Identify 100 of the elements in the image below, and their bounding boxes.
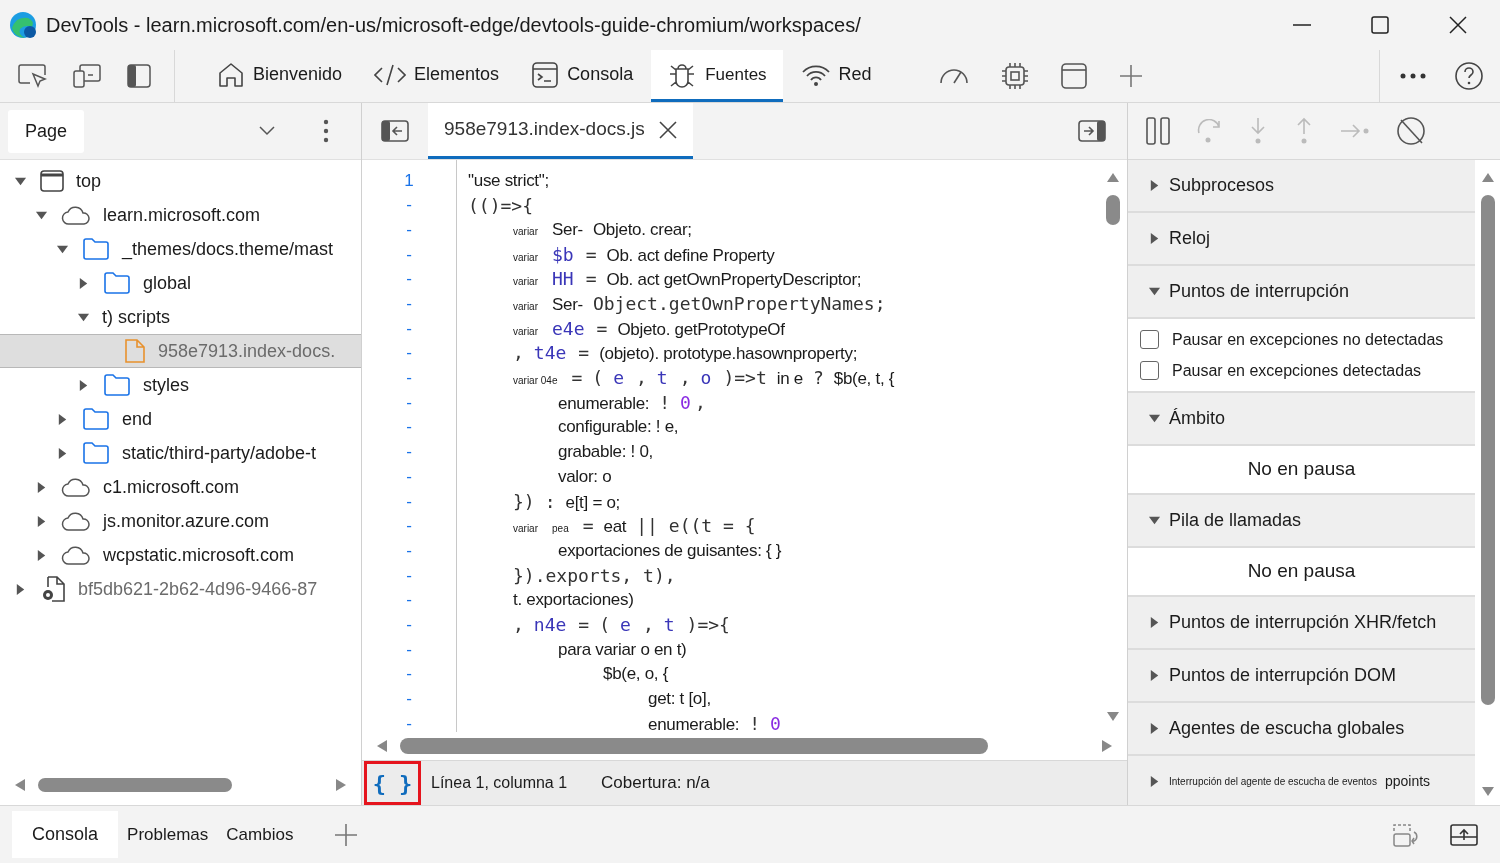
section-title: Pila de llamadas <box>1169 509 1302 532</box>
scroll-right-icon[interactable] <box>335 778 347 792</box>
chip-icon[interactable] <box>999 61 1030 91</box>
pretty-print-button[interactable]: { } <box>364 761 421 805</box>
checkbox[interactable] <box>1140 330 1159 349</box>
file-icon <box>124 338 146 364</box>
scroll-up-icon[interactable] <box>1480 172 1495 183</box>
tree-item-label[interactable]: global <box>143 269 192 297</box>
code-token: = <box>578 341 590 366</box>
drawer-tab[interactable]: Cambios <box>217 811 303 858</box>
tree-item-label[interactable]: bf5db621-2b62-4d96-9466-87 <box>78 575 318 603</box>
tree-item-label[interactable]: js.monitor.azure.com <box>103 507 270 535</box>
scrollbar-thumb[interactable] <box>38 778 232 792</box>
section-header[interactable]: Reloj <box>1128 213 1475 266</box>
drawer-tab[interactable]: Problemas <box>118 811 218 858</box>
section-header[interactable]: Puntos de interrupción DOM <box>1128 650 1475 703</box>
section-header[interactable]: Pila de llamadas <box>1128 495 1475 548</box>
file-tab[interactable]: 958e7913.index-docs.js <box>428 103 693 159</box>
scrollbar-thumb[interactable] <box>400 738 988 754</box>
devtools-tab[interactable]: Elementos <box>360 50 514 102</box>
tree-item-label[interactable]: t) scripts <box>102 303 170 331</box>
tree-item-label[interactable]: learn.microsoft.com <box>103 201 261 229</box>
coverage-text: Cobertura: n/a <box>601 772 710 795</box>
devtools-tab[interactable]: Fuentes <box>651 50 783 102</box>
section-header[interactable]: Subprocesos <box>1128 160 1475 213</box>
window-icon[interactable] <box>1059 62 1088 90</box>
code-token: e <box>613 366 624 391</box>
code-token: para variar o en t) <box>558 638 687 661</box>
pause-icon[interactable] <box>1146 117 1170 145</box>
collapsed-arrow-icon[interactable] <box>14 582 27 596</box>
deactivate-breakpoints-icon[interactable] <box>1396 116 1426 146</box>
scroll-down-icon[interactable] <box>1106 711 1120 722</box>
scroll-down-icon[interactable] <box>1480 786 1495 797</box>
section-header[interactable]: Agentes de escucha globales <box>1128 703 1475 756</box>
scroll-up-icon[interactable] <box>1106 172 1120 183</box>
code-token: Ob. act getOwnPropertyDescriptor; <box>606 269 862 292</box>
devtools-tab[interactable]: Bienvenido <box>203 50 357 102</box>
cloud-icon <box>61 545 91 565</box>
drawer-tab[interactable]: Consola <box>12 811 119 858</box>
folder-icon <box>82 407 110 431</box>
tree-item-label[interactable]: end <box>122 405 153 433</box>
help-icon[interactable] <box>1454 61 1484 91</box>
line-number: - <box>406 564 412 587</box>
add-icon[interactable] <box>1117 63 1144 89</box>
close-icon[interactable] <box>658 120 677 139</box>
code-token: t4e <box>533 341 567 366</box>
add-icon[interactable] <box>334 822 359 847</box>
code-token: ( <box>592 366 604 391</box>
scrollbar-thumb[interactable] <box>1106 195 1120 225</box>
tree-item-label[interactable]: _themes/docs.theme/mast <box>122 235 334 263</box>
collapsed-arrow-icon <box>1148 179 1161 192</box>
scroll-left-icon[interactable] <box>376 739 388 753</box>
code-token: }) <box>513 489 535 514</box>
section-header[interactable]: Puntos de interrupción <box>1128 266 1475 319</box>
line-number: - <box>406 515 412 538</box>
code-token: : <box>544 489 556 514</box>
undock-drawer-icon[interactable] <box>1450 823 1478 846</box>
collapsed-arrow-icon[interactable] <box>56 446 69 460</box>
scroll-left-icon[interactable] <box>14 778 26 792</box>
tree-item-label[interactable]: 958e7913.index-docs. <box>158 337 336 365</box>
tree-item-label[interactable]: wcpstatic.microsoft.com <box>103 541 295 569</box>
section-header[interactable]: Ámbito <box>1128 393 1475 446</box>
code-token: variar <box>513 250 538 265</box>
section-title: Ámbito <box>1169 407 1226 430</box>
page-tab[interactable]: Page <box>8 109 85 153</box>
toggle-navigator-icon[interactable] <box>381 120 409 142</box>
chevron-down-icon[interactable] <box>259 126 275 136</box>
scroll-right-icon[interactable] <box>1101 739 1113 753</box>
tree-item-label[interactable]: styles <box>143 371 189 399</box>
tree-item-selected[interactable]: 958e7913.index-docs. <box>0 334 361 368</box>
collapsed-arrow-icon[interactable] <box>77 378 90 392</box>
collapsed-arrow-icon[interactable] <box>35 480 48 494</box>
checkbox[interactable] <box>1140 361 1159 380</box>
device-icon[interactable] <box>72 63 102 89</box>
section-header[interactable]: Interrupción del agente de escucha de eventos ppoints <box>1128 756 1475 805</box>
collapsed-arrow-icon[interactable] <box>35 548 48 562</box>
line-number: - <box>406 638 412 661</box>
code-token: enumerable: <box>648 713 740 732</box>
line-number: - <box>406 342 412 365</box>
close-icon[interactable] <box>1448 15 1468 35</box>
dock-panel-icon[interactable] <box>126 63 152 89</box>
toggle-debugger-icon[interactable] <box>1078 120 1106 142</box>
collapsed-arrow-icon[interactable] <box>35 514 48 528</box>
code-token: variar <box>513 300 538 315</box>
more-icon[interactable] <box>1400 73 1426 79</box>
tree-item-label[interactable]: c1.microsoft.com <box>103 473 240 501</box>
inspect-icon[interactable] <box>18 63 48 89</box>
scrollbar-thumb[interactable] <box>1480 195 1495 705</box>
tree-item-label[interactable]: top <box>76 167 102 195</box>
devtools-tab[interactable]: Consola <box>517 50 648 102</box>
code-token: ? <box>812 366 824 391</box>
kebab-menu-icon[interactable] <box>323 119 329 143</box>
maximize-icon[interactable] <box>1370 15 1390 35</box>
collapsed-arrow-icon[interactable] <box>56 412 69 426</box>
tree-item-label[interactable]: static/third-party/adobe-t <box>122 439 317 467</box>
collapsed-arrow-icon[interactable] <box>77 276 90 290</box>
folder-icon <box>103 373 131 397</box>
section-header[interactable]: Puntos de interrupción XHR/fetch <box>1128 597 1475 650</box>
devtools-tab[interactable]: Red <box>786 50 886 102</box>
code-token: variar <box>513 324 538 339</box>
